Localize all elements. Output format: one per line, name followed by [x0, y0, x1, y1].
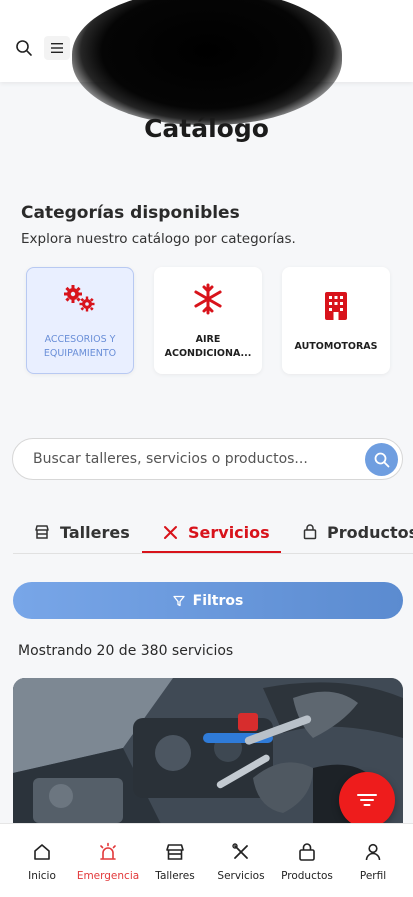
- category-label: AIRE ACONDICIONA...: [164, 333, 252, 359]
- nav-productos[interactable]: Productos: [272, 842, 342, 882]
- filter-icon: [172, 595, 185, 606]
- search-bar: [12, 438, 403, 480]
- categories-title: Categorías disponibles: [21, 203, 240, 223]
- category-card-aire-acondicionado[interactable]: AIRE ACONDICIONA...: [154, 267, 262, 374]
- category-card-automotoras[interactable]: AUTOMOTORAS: [282, 267, 390, 374]
- bottom-navigation: Inicio Emergencia Talleres Servicios Pro…: [0, 823, 413, 897]
- categories-subtitle: Explora nuestro catálogo por categorías.: [21, 231, 296, 247]
- store-icon: [35, 525, 49, 539]
- store-icon: [140, 842, 210, 864]
- snowflake-icon: [192, 281, 224, 317]
- nav-servicios[interactable]: Servicios: [206, 842, 276, 882]
- user-icon: [338, 842, 408, 864]
- building-icon: [323, 288, 349, 324]
- results-summary: Mostrando 20 de 380 servicios: [18, 643, 234, 659]
- filter-lines-icon: [357, 794, 377, 806]
- page-title: Catálogo: [144, 114, 269, 143]
- filters-button[interactable]: Filtros: [13, 582, 403, 619]
- siren-icon: [73, 842, 143, 864]
- bag-icon: [303, 524, 317, 540]
- category-label: AUTOMOTORAS: [294, 340, 378, 352]
- bag-icon: [272, 842, 342, 864]
- nav-emergencia[interactable]: Emergencia: [73, 842, 143, 882]
- tools-icon: [206, 842, 276, 864]
- app-header: Autotores: [0, 0, 413, 125]
- nav-talleres[interactable]: Talleres: [140, 842, 210, 882]
- catalog-tabs: Talleres Servicios Productos: [13, 512, 413, 554]
- category-card-accesorios[interactable]: ACCESORIOS Y EQUIPAMIENTO: [26, 267, 134, 374]
- tab-servicios[interactable]: Servicios: [163, 512, 270, 552]
- category-label: ACCESORIOS Y EQUIPAMIENTO: [43, 333, 117, 359]
- home-icon: [7, 842, 77, 864]
- tools-icon: [164, 525, 177, 539]
- active-tab-indicator: [142, 551, 281, 553]
- search-input[interactable]: [33, 439, 353, 479]
- search-button[interactable]: [365, 443, 398, 476]
- filter-fab-button[interactable]: [339, 772, 395, 828]
- nav-perfil[interactable]: Perfil: [338, 842, 408, 882]
- tab-productos[interactable]: Productos: [303, 512, 413, 552]
- redaction-overlay: [72, 0, 342, 125]
- tab-talleres[interactable]: Talleres: [34, 512, 130, 552]
- search-icon[interactable]: [14, 38, 34, 58]
- menu-icon[interactable]: [44, 36, 70, 60]
- nav-inicio[interactable]: Inicio: [7, 842, 77, 882]
- gears-icon: [60, 281, 100, 317]
